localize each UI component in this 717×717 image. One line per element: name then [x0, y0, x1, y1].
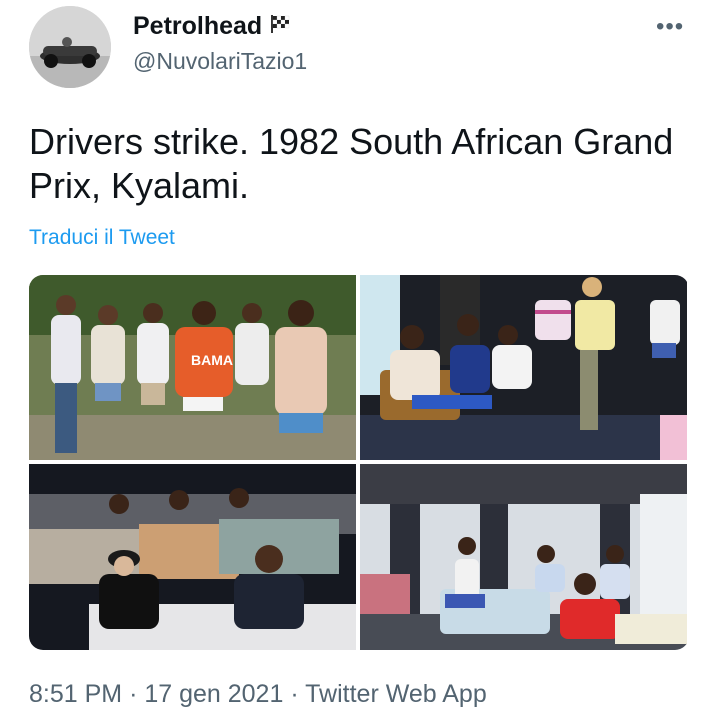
photo-drivers-walking[interactable]: BAMA	[29, 275, 356, 460]
translate-tweet-link[interactable]: Traduci il Tweet	[29, 226, 175, 250]
display-name: Petrolhead	[133, 12, 263, 40]
tweet-time[interactable]: 8:51 PM	[29, 680, 122, 708]
checkered-flag-icon	[270, 12, 292, 41]
tweet-metadata: 8:51 PM · 17 gen 2021 · Twitter Web App	[29, 680, 487, 709]
author-handle[interactable]: @NuvolariTazio1	[133, 48, 307, 75]
more-options-icon[interactable]: •••	[656, 13, 684, 41]
separator: ·	[129, 680, 138, 708]
author-name[interactable]: Petrolhead	[133, 12, 292, 41]
separator: ·	[290, 680, 299, 708]
avatar[interactable]	[29, 6, 111, 88]
avatar-race-car-image	[29, 6, 111, 88]
media-grid: BAMA	[29, 275, 689, 650]
tweet-text: Drivers strike. 1982 South African Grand…	[29, 121, 674, 206]
photo-drivers-seated[interactable]	[360, 275, 687, 460]
photo-drivers-hall[interactable]	[360, 464, 687, 650]
photo-shirt-text: BAMA	[191, 352, 233, 368]
photo-drivers-mattresses[interactable]	[29, 464, 356, 650]
tweet-source: Twitter Web App	[305, 680, 487, 708]
tweet-date[interactable]: 17 gen 2021	[144, 680, 283, 708]
